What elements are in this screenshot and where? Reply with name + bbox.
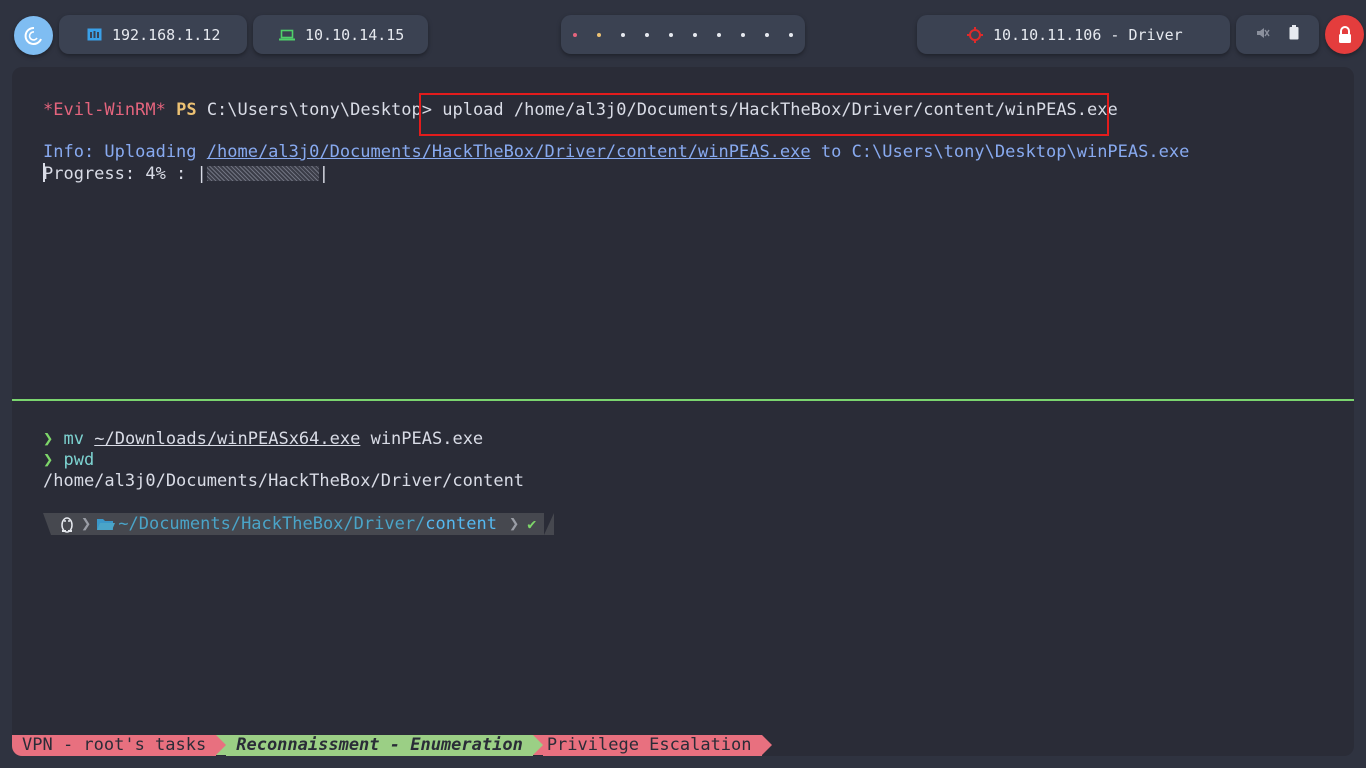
highlight-box xyxy=(419,93,1109,136)
prompt-ps: PS xyxy=(176,100,197,120)
path-current: content xyxy=(425,513,505,535)
top-bar: 192.168.1.12 10.10.14.15 10.10.11.106 - … xyxy=(0,0,1366,68)
battery-icon[interactable] xyxy=(1289,25,1299,44)
lock-icon[interactable] xyxy=(1325,15,1364,54)
workspace-dot-8[interactable] xyxy=(741,32,745,37)
prompt-char: ❯ xyxy=(43,429,54,449)
tab-vpn-root-tasks[interactable]: VPN - root's tasks xyxy=(12,735,217,756)
host-ip: 192.168.1.12 xyxy=(112,25,221,44)
command-line-pwd: ❯ pwd xyxy=(43,450,94,471)
tab-reconnaissment[interactable]: Reconnaissment - Enumeration xyxy=(226,735,533,756)
workspace-switcher xyxy=(561,15,805,54)
system-tray xyxy=(1236,15,1319,54)
speaker-muted-icon[interactable] xyxy=(1256,26,1270,44)
tmux-status-bar: VPN - root's tasks Reconnaissment - Enum… xyxy=(12,735,772,756)
tab-label: VPN - root's tasks xyxy=(22,735,207,755)
info-suffix: to C:\Users\tony\Desktop\winPEAS.exe xyxy=(810,142,1190,162)
cmd-mv: mv xyxy=(63,429,84,449)
status-ok-icon: ✔ xyxy=(523,513,545,535)
workspace-dot-7[interactable] xyxy=(717,32,721,37)
prompt-char: ❯ xyxy=(43,450,54,470)
laptop-icon xyxy=(279,29,295,41)
workspace-dot-1[interactable] xyxy=(573,32,577,37)
debian-swirl-icon[interactable] xyxy=(14,16,53,55)
workspace-dot-4[interactable] xyxy=(645,32,649,37)
pwd-output: /home/al3j0/Documents/HackTheBox/Driver/… xyxy=(43,471,525,491)
folder-icon xyxy=(95,513,116,535)
progress-label: Progress: 4% : | xyxy=(43,164,207,184)
info-line: Info: Uploading /home/al3j0/Documents/Ha… xyxy=(43,142,1189,163)
powerline-prompt: ❯ ~/Documents/HackTheBox/Driver/ content… xyxy=(43,513,555,535)
linux-tux-icon xyxy=(51,513,77,535)
chevron-right-icon: ❯ xyxy=(77,513,96,535)
workspace-dot-3[interactable] xyxy=(621,32,625,37)
tab-label: Reconnaissment - Enumeration xyxy=(236,735,523,755)
info-source-path: /home/al3j0/Documents/HackTheBox/Driver/… xyxy=(206,142,811,162)
info-prefix: Info: Uploading xyxy=(43,142,207,162)
chevron-right-icon: ❯ xyxy=(504,513,524,535)
ethernet-icon xyxy=(87,28,102,41)
tab-privilege-escalation[interactable]: Privilege Escalation xyxy=(542,735,762,756)
command-line-mv: ❯ mv ~/Downloads/winPEASx64.exe winPEAS.… xyxy=(43,429,483,450)
host-ip-widget: 192.168.1.12 xyxy=(59,15,247,54)
workspace-dot-5[interactable] xyxy=(669,32,673,37)
vpn-ip: 10.10.14.15 xyxy=(305,25,405,44)
cmd-pwd: pwd xyxy=(63,450,95,470)
progress-end: | xyxy=(318,164,330,184)
workspace-dot-2[interactable] xyxy=(597,32,601,37)
crosshair-icon xyxy=(967,26,983,43)
prompt-name: *Evil-WinRM* xyxy=(43,100,166,120)
tab-label: Privilege Escalation xyxy=(546,735,752,755)
target-label: 10.10.11.106 - Driver xyxy=(993,25,1183,44)
mv-source: ~/Downloads/winPEASx64.exe xyxy=(94,429,361,449)
terminal-window[interactable]: *Evil-WinRM* PS C:\Users\tony\Desktop> u… xyxy=(12,67,1354,756)
mv-dest: winPEAS.exe xyxy=(360,429,484,449)
vpn-ip-widget: 10.10.14.15 xyxy=(253,15,428,54)
progress-line: Progress: 4% : | | xyxy=(43,163,329,185)
prompt-path: C:\Users\tony\Desktop> xyxy=(206,100,432,120)
progress-bar xyxy=(206,166,319,181)
workspace-dot-6[interactable] xyxy=(693,32,697,37)
target-widget: 10.10.11.106 - Driver xyxy=(917,15,1230,54)
workspace-dot-10[interactable] xyxy=(789,32,793,37)
pane-divider[interactable] xyxy=(12,399,1354,401)
workspace-dot-9[interactable] xyxy=(765,32,769,37)
path-prefix: ~/Documents/HackTheBox/Driver/ xyxy=(115,513,426,535)
